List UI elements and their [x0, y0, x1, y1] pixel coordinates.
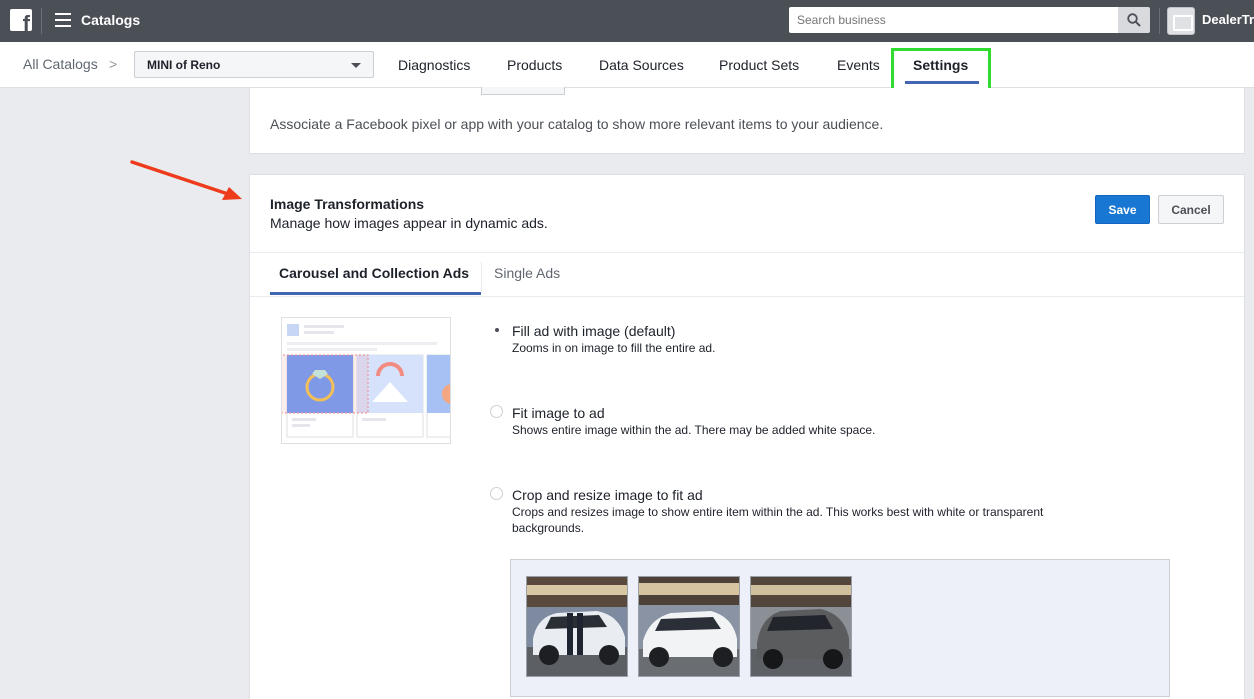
car-thumbnail — [638, 576, 740, 677]
tab-carousel-collection-ads[interactable]: Carousel and Collection Ads — [279, 265, 469, 281]
active-tab-indicator — [905, 81, 979, 84]
catalog-selector[interactable]: MINI of Reno — [134, 51, 374, 78]
annotation-arrow-icon — [130, 160, 242, 200]
active-tab-indicator — [270, 292, 481, 295]
car-photo-icon — [639, 577, 739, 676]
breadcrumb-all-catalogs[interactable]: All Catalogs — [23, 56, 98, 72]
chevron-down-icon — [351, 63, 361, 68]
fit-image-description: Shows entire image within the ad. There … — [512, 423, 876, 437]
crop-resize-radio[interactable] — [490, 487, 503, 500]
carousel-preview-icon — [282, 324, 450, 438]
tab-settings[interactable]: Settings — [913, 57, 968, 73]
business-avatar-icon[interactable] — [1167, 7, 1195, 35]
divider — [41, 8, 42, 34]
top-bar: f Catalogs DealerTre — [0, 0, 1254, 42]
tab-product-sets[interactable]: Product Sets — [719, 57, 799, 73]
cancel-button[interactable]: Cancel — [1158, 195, 1224, 224]
fill-ad-description: Zooms in on image to fill the entire ad. — [512, 341, 716, 355]
tab-single-ads[interactable]: Single Ads — [494, 265, 560, 281]
divider — [481, 262, 482, 292]
image-transformations-card: Image Transformations Manage how images … — [249, 174, 1245, 699]
tab-products[interactable]: Products — [507, 57, 562, 73]
menu-icon[interactable] — [55, 13, 71, 27]
catalog-subnav: All Catalogs > MINI of Reno Diagnostics … — [0, 42, 1254, 88]
car-thumbnail — [750, 576, 852, 677]
crop-preview-panel — [510, 559, 1170, 697]
app-title[interactable]: Catalogs — [81, 12, 140, 28]
fit-image-label[interactable]: Fit image to ad — [512, 405, 605, 421]
fit-image-radio[interactable] — [490, 405, 503, 418]
car-thumbnail — [526, 576, 628, 677]
divider — [250, 252, 1244, 253]
crop-resize-label[interactable]: Crop and resize image to fit ad — [512, 487, 703, 503]
save-button[interactable]: Save — [1095, 195, 1150, 224]
section-title: Image Transformations — [270, 196, 425, 212]
catalog-selector-value: MINI of Reno — [147, 58, 221, 72]
divider — [250, 296, 1244, 297]
pixel-description: Associate a Facebook pixel or app with y… — [270, 116, 884, 132]
pixel-select-button[interactable] — [481, 87, 565, 95]
tab-data-sources[interactable]: Data Sources — [599, 57, 684, 73]
tab-events[interactable]: Events — [837, 57, 880, 73]
chevron-right-icon: > — [109, 56, 118, 72]
section-subtitle: Manage how images appear in dynamic ads. — [270, 215, 548, 231]
divider — [1159, 8, 1160, 34]
facebook-logo-icon[interactable]: f — [10, 9, 32, 31]
search-input[interactable] — [789, 7, 1118, 33]
search-icon — [1127, 13, 1141, 27]
pixel-association-card: Associate a Facebook pixel or app with y… — [249, 87, 1245, 154]
search-button[interactable] — [1118, 7, 1150, 33]
car-photo-icon — [751, 577, 851, 676]
business-name[interactable]: DealerTre — [1202, 12, 1254, 27]
tab-diagnostics[interactable]: Diagnostics — [398, 57, 470, 73]
fill-ad-label[interactable]: Fill ad with image (default) — [512, 323, 675, 339]
car-photo-icon — [527, 577, 627, 676]
carousel-illustration — [281, 317, 451, 444]
crop-resize-description: Crops and resizes image to show entire i… — [512, 505, 1044, 535]
fill-ad-radio[interactable] — [490, 323, 503, 336]
